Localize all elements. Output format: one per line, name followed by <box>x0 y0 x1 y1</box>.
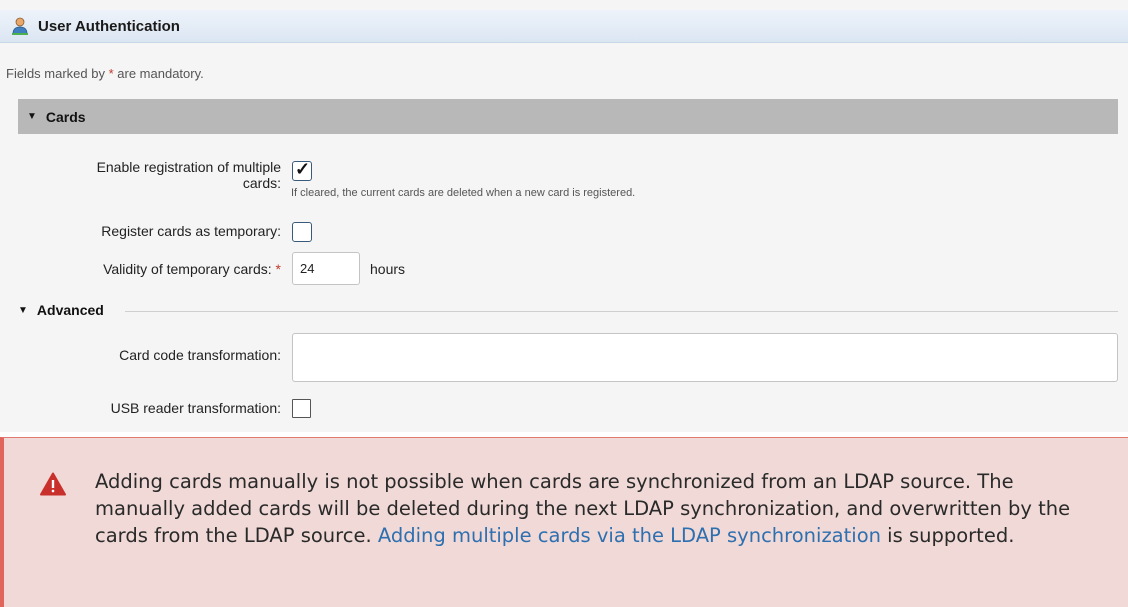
mandatory-note: Fields marked by * are mandatory. <box>6 66 204 81</box>
validity-label: Validity of temporary cards: * <box>40 261 281 277</box>
card-code-transformation-label: Card code transformation: <box>119 347 281 363</box>
card-code-transformation-input[interactable] <box>292 333 1118 382</box>
collapse-triangle-icon: ▼ <box>27 111 37 122</box>
enable-multiple-checkbox[interactable]: ✓ <box>292 159 312 181</box>
ldap-sync-link[interactable]: Adding multiple cards via the LDAP synch… <box>378 524 881 547</box>
enable-multiple-label-line1: Enable registration of multiple <box>96 159 281 175</box>
page-title: User Authentication <box>38 17 180 35</box>
usb-reader-transformation-label: USB reader transformation: <box>110 400 281 416</box>
validity-label-text: Validity of temporary cards: <box>103 261 272 277</box>
warning-suffix-text: is supported. <box>880 524 1015 547</box>
usb-reader-transformation-checkbox[interactable] <box>292 399 311 418</box>
user-authentication-panel: User Authentication Fields marked by * a… <box>0 0 1128 432</box>
enable-multiple-label: Enable registration of multiple cards: <box>40 159 281 191</box>
panel-titlebar: User Authentication <box>0 10 1128 43</box>
validity-input[interactable] <box>292 252 360 285</box>
mandatory-note-suffix: are mandatory. <box>113 66 204 81</box>
warning-icon <box>40 472 66 496</box>
cards-section-header[interactable]: ▼ Cards <box>18 99 1118 134</box>
register-temporary-label: Register cards as temporary: <box>101 223 281 239</box>
advanced-section-label: Advanced <box>36 302 104 318</box>
validity-unit: hours <box>370 261 406 277</box>
advanced-divider <box>125 311 1118 312</box>
checkmark-icon: ✓ <box>295 159 311 179</box>
cards-section-label: Cards <box>45 108 86 125</box>
mandatory-note-prefix: Fields marked by <box>6 66 109 81</box>
register-temporary-checkbox[interactable] <box>292 222 312 242</box>
advanced-section-header[interactable]: ▼ Advanced <box>18 302 104 318</box>
collapse-triangle-icon: ▼ <box>18 304 28 316</box>
enable-multiple-label-line2: cards: <box>242 175 281 191</box>
warning-message: Adding cards manually is not possible wh… <box>95 468 1105 549</box>
warning-callout: Adding cards manually is not possible wh… <box>0 437 1128 607</box>
user-icon <box>10 16 30 36</box>
enable-multiple-hint: If cleared, the current cards are delete… <box>291 187 636 199</box>
required-asterisk: * <box>275 261 281 277</box>
